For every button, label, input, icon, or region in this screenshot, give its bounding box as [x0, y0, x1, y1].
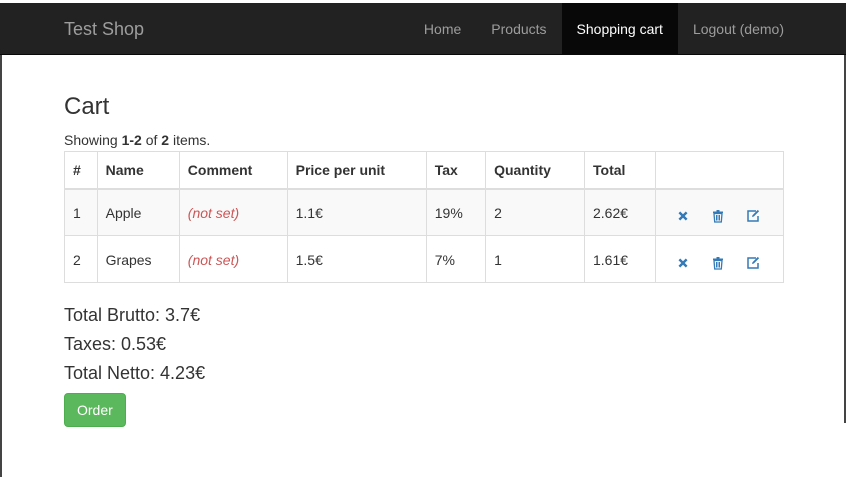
remove-icon[interactable]	[674, 207, 692, 225]
main-content: Cart Showing 1-2 of 2 items. # Name Comm…	[64, 55, 784, 427]
trash-icon[interactable]	[709, 207, 727, 225]
summary-prefix: Showing	[64, 132, 122, 148]
col-header-num: #	[64, 151, 98, 190]
cell-actions	[655, 235, 784, 283]
summary-suffix: items.	[169, 132, 211, 148]
edit-icon[interactable]	[744, 254, 762, 272]
page-title: Cart	[64, 93, 110, 120]
remove-icon[interactable]	[674, 254, 692, 272]
table-row: 1 Apple (not set) 1.1€ 19% 2 2.62€	[64, 188, 784, 236]
summary-total: 2	[161, 132, 170, 148]
total-brutto: Total Brutto: 3.7€	[64, 305, 201, 325]
summary-text: Showing 1-2 of 2 items.	[64, 131, 784, 149]
total-taxes: Taxes: 0.53€	[64, 334, 167, 354]
totals-block: Total Brutto: 3.7€ Taxes: 0.53€ Total Ne…	[64, 301, 784, 388]
nav-home[interactable]: Home	[409, 3, 476, 55]
cell-quantity: 2	[485, 188, 585, 236]
col-header-comment: Comment	[178, 151, 288, 190]
trash-icon[interactable]	[709, 254, 727, 272]
cell-tax: 19%	[425, 188, 487, 236]
cell-actions	[655, 188, 784, 236]
nav-shopping-cart[interactable]: Shopping cart	[561, 3, 678, 55]
cell-price: 1.5€	[286, 235, 427, 283]
cell-name: Apple	[96, 188, 180, 236]
top-border	[0, 0, 846, 3]
order-button[interactable]: Order	[64, 393, 126, 427]
col-header-actions	[655, 151, 784, 190]
cell-comment: (not set)	[178, 188, 288, 236]
cell-quantity: 1	[485, 235, 585, 283]
cell-num: 2	[64, 235, 98, 283]
total-netto: Total Netto: 4.23€	[64, 363, 206, 383]
table-row: 2 Grapes (not set) 1.5€ 7% 1 1.61€	[64, 235, 784, 283]
cell-comment: (not set)	[178, 235, 288, 283]
cell-num: 1	[64, 188, 98, 236]
col-header-tax: Tax	[425, 151, 487, 190]
edit-icon[interactable]	[744, 207, 762, 225]
cell-price: 1.1€	[286, 188, 427, 236]
cart-table: # Name Comment Price per unit Tax Quanti…	[64, 151, 784, 283]
cell-total: 1.61€	[583, 235, 657, 283]
col-header-total: Total	[583, 151, 657, 190]
navbar: Test Shop Home Products Shopping cart Lo…	[0, 3, 846, 55]
nav-logout[interactable]: Logout (demo)	[678, 3, 799, 55]
nav-menu: Home Products Shopping cart Logout (demo…	[409, 3, 799, 55]
table-header-row: # Name Comment Price per unit Tax Quanti…	[64, 151, 784, 190]
summary-of: of	[141, 132, 162, 148]
col-header-name: Name	[96, 151, 180, 190]
cell-name: Grapes	[96, 235, 180, 283]
brand-link[interactable]: Test Shop	[64, 3, 144, 55]
col-header-quantity: Quantity	[485, 151, 585, 190]
col-header-price: Price per unit	[286, 151, 427, 190]
nav-products[interactable]: Products	[476, 3, 561, 55]
cell-tax: 7%	[425, 235, 487, 283]
summary-range: 1-2	[121, 132, 142, 148]
cell-total: 2.62€	[583, 188, 657, 236]
